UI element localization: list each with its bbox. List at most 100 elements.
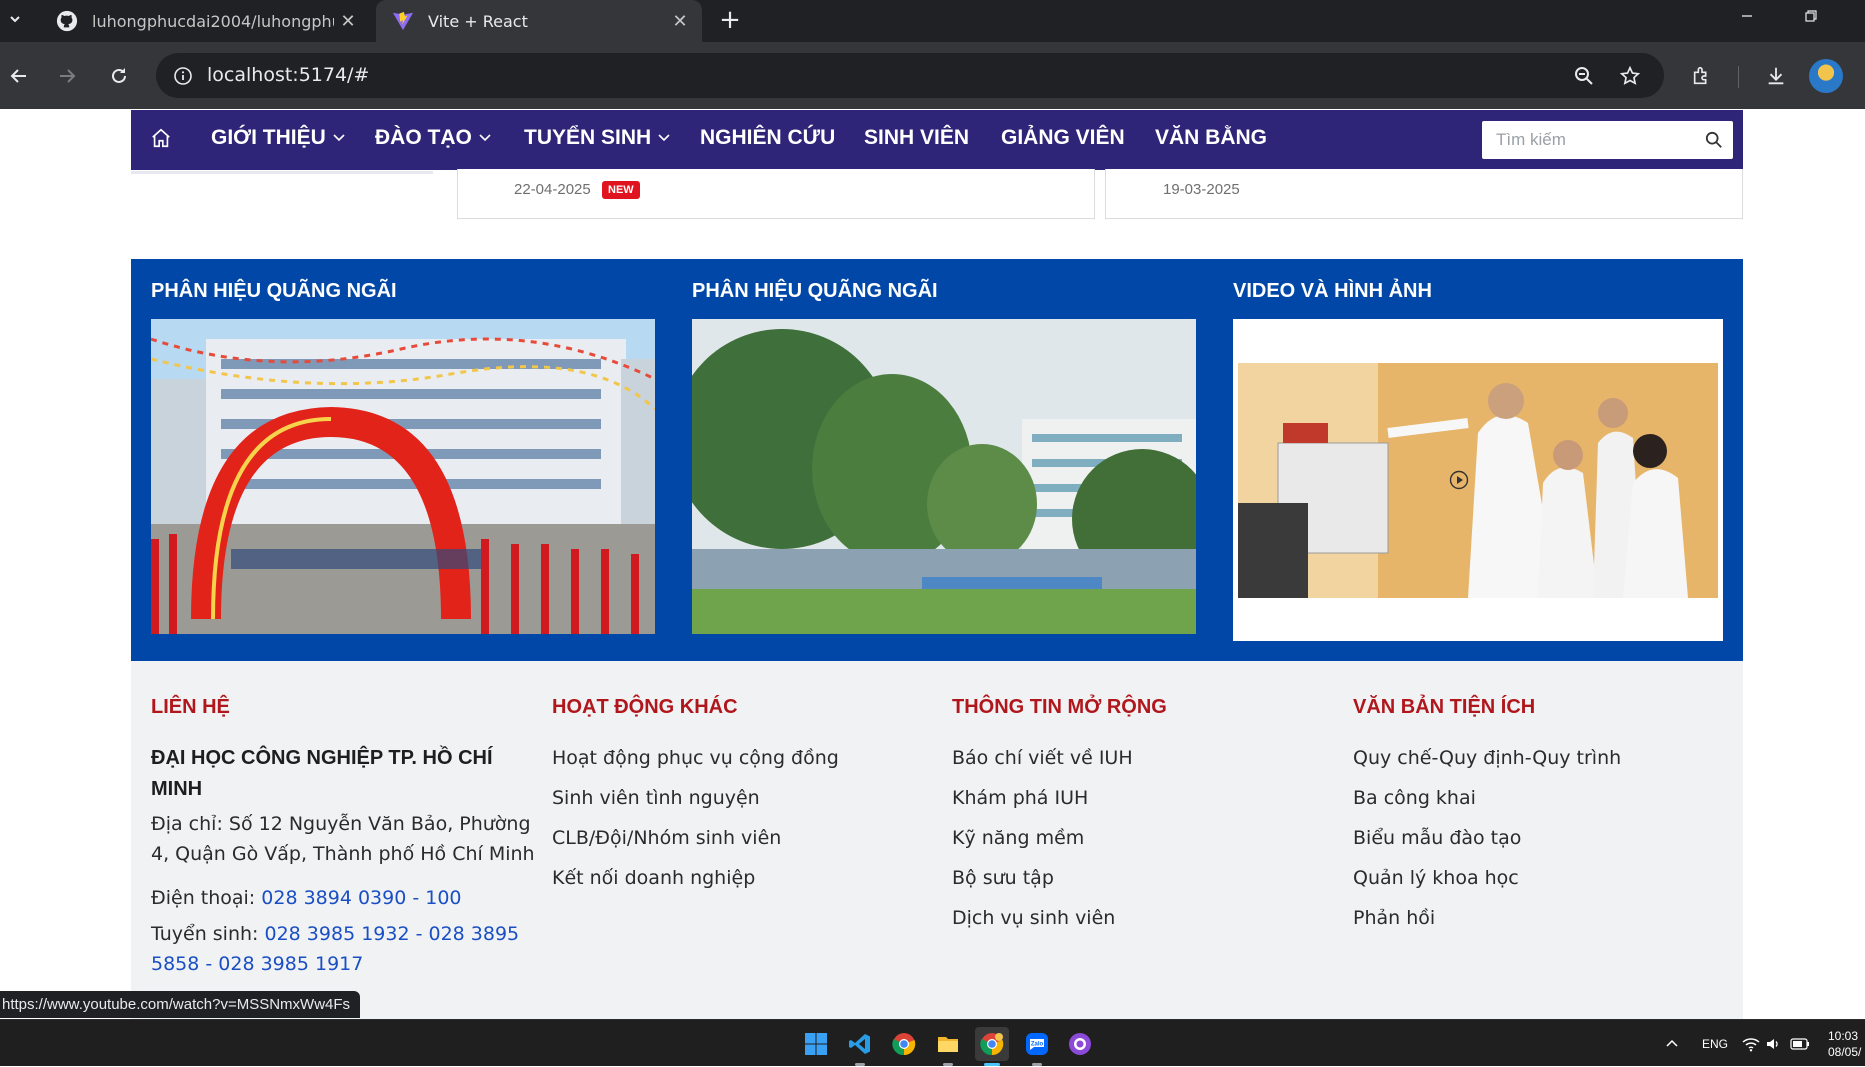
news-date: 19-03-2025 [1163,181,1240,198]
clock-date: 08/05/ [1828,1044,1862,1059]
github-desktop-icon[interactable] [1063,1027,1097,1061]
svg-text:Zalo: Zalo [1031,1042,1044,1048]
main-navbar: GIỚI THIỆU ĐÀO TẠO TUYỂN SINH NGHIÊN CỨU… [131,110,1743,170]
footer-link[interactable]: Báo chí viết về IUH [952,747,1133,769]
footer-link[interactable]: Ba công khai [1353,787,1476,809]
nav-search-box [1482,121,1733,159]
close-tab-icon[interactable]: ✕ [334,7,362,35]
clock[interactable]: 10:03 08/05/ [1828,1020,1861,1067]
lab-video-thumbnail[interactable] [1238,363,1718,598]
sidebar-divider [131,171,433,174]
zoom-icon[interactable] [1569,61,1599,91]
tab-title: luhongphucdai2004/luhongphucdai [92,11,334,31]
campus-gate-photo[interactable] [151,319,655,634]
site-footer: LIÊN HỆ ĐẠI HỌC CÔNG NGHIỆP TP. HỒ CHÍ M… [131,661,1743,1019]
news-card[interactable]: 19-03-2025 [1105,169,1743,219]
admission-phone-link[interactable]: 028 3985 1932 - 028 3895 [265,923,520,945]
admission-phone-link[interactable]: 5858 - 028 3985 1917 [151,949,519,979]
media-section: PHÂN HIỆU QUÃNG NGÃI PHÂN HIỆU QUÃNG NGÃ… [131,259,1743,661]
footer-link[interactable]: Dịch vụ sinh viên [952,907,1115,929]
clock-time: 10:03 [1828,1028,1859,1043]
media-title: PHÂN HIỆU QUÃNG NGÃI [151,280,397,302]
nav-giang-vien[interactable]: GIẢNG VIÊN [1001,126,1125,150]
chevron-down-icon [479,134,491,142]
footer-link[interactable]: Sinh viên tình nguyện [552,787,760,809]
wifi-icon[interactable] [1742,1020,1760,1067]
windows-start-icon[interactable] [799,1027,833,1061]
file-explorer-icon[interactable] [931,1027,965,1066]
site-info-icon[interactable] [168,61,198,91]
chrome-icon[interactable] [887,1027,921,1061]
search-icon[interactable] [1703,129,1725,151]
footer-link[interactable]: CLB/Đội/Nhóm sinh viên [552,827,781,849]
tab-search-chevron-icon[interactable] [0,3,30,35]
language-indicator[interactable]: ENG [1702,1020,1728,1067]
nav-label: GIẢNG VIÊN [1001,126,1125,149]
footer-link[interactable]: Bộ sưu tập [952,867,1054,889]
restore-window-icon[interactable] [1781,0,1841,32]
school-name-line: MINH [151,778,203,800]
footer-link[interactable]: Kết nối doanh nghiệp [552,867,755,889]
new-tab-button[interactable]: + [714,4,746,36]
profile-avatar[interactable] [1809,59,1843,93]
footer-link[interactable]: Hoạt động phục vụ cộng đồng [552,747,839,769]
nav-label: GIỚI THIỆU [211,126,326,149]
new-badge: NEW [602,181,640,199]
nav-label: ĐÀO TẠO [375,126,472,149]
contact-phone: Điện thoại: 028 3894 0390 - 100 [151,883,462,913]
windows-taskbar: Zalo ENG 10:03 08/05/ [0,1019,1865,1066]
tab-title: Vite + React [428,11,528,31]
media-title: VIDEO VÀ HÌNH ẢNH [1233,280,1432,302]
url-text: localhost:5174/# [207,64,370,86]
extensions-icon[interactable] [1684,58,1720,94]
close-tab-icon[interactable]: ✕ [666,7,694,35]
address-line: Địa chỉ: Số 12 Nguyễn Văn Bảo, Phường [151,813,531,835]
school-name-line: ĐẠI HỌC CÔNG NGHIỆP TP. HỒ CHÍ [151,747,493,769]
video-frame [1233,319,1723,641]
nav-sinh-vien[interactable]: SINH VIÊN [864,126,969,150]
nav-van-bang[interactable]: VĂN BẰNG [1155,126,1267,150]
vscode-icon[interactable] [843,1027,877,1066]
footer-link[interactable]: Kỹ năng mềm [952,827,1084,849]
download-icon[interactable] [1758,58,1794,94]
forward-arrow-icon[interactable] [49,58,85,94]
bookmark-star-icon[interactable] [1615,61,1645,91]
phone-label: Điện thoại: [151,887,256,909]
browser-tab-vite[interactable]: Vite + React ✕ [376,0,702,42]
footer-link[interactable]: Biểu mẫu đào tạo [1353,827,1521,849]
github-icon [56,10,78,32]
campus-trees-photo[interactable] [692,319,1196,634]
chevron-down-icon [658,134,670,142]
news-card[interactable]: 22-04-2025 NEW [457,169,1095,219]
footer-heading-documents: VĂN BẢN TIỆN ÍCH [1353,696,1536,718]
admission-label: Tuyển sinh: [151,923,259,945]
media-title: PHÂN HIỆU QUÃNG NGÃI [692,280,938,302]
volume-icon[interactable] [1765,1020,1781,1067]
browser-tab-strip: luhongphucdai2004/luhongphucdai ✕ Vite +… [0,0,1865,42]
nav-tuyen-sinh[interactable]: TUYỂN SINH [524,126,671,150]
footer-link[interactable]: Khám phá IUH [952,787,1088,809]
address-bar[interactable]: localhost:5174/# [156,53,1664,98]
footer-link[interactable]: Quản lý khoa học [1353,867,1519,889]
show-hidden-icons-chevron-icon[interactable] [1665,1020,1679,1067]
battery-icon[interactable] [1790,1020,1810,1067]
reload-icon[interactable] [101,58,137,94]
home-icon[interactable] [148,125,174,151]
nav-nghien-cuu[interactable]: NGHIÊN CỨU [700,126,835,150]
toolbar-separator [1738,66,1739,88]
play-icon[interactable] [1449,470,1469,490]
back-arrow-icon[interactable] [1,58,37,94]
nav-label: SINH VIÊN [864,126,970,149]
school-name: ĐẠI HỌC CÔNG NGHIỆP TP. HỒ CHÍ MINH [151,743,493,805]
browser-tab-github[interactable]: luhongphucdai2004/luhongphucdai ✕ [40,0,370,42]
zalo-icon[interactable]: Zalo [1020,1027,1054,1066]
nav-dao-tao[interactable]: ĐÀO TẠO [375,126,492,150]
chrome-profile-icon[interactable] [975,1027,1009,1066]
phone-link[interactable]: 028 3894 0390 - 100 [261,887,461,909]
footer-link[interactable]: Phản hồi [1353,907,1435,929]
minimize-window-icon[interactable] [1717,0,1777,32]
search-input[interactable] [1482,121,1692,159]
nav-gioi-thieu[interactable]: GIỚI THIỆU [211,126,346,150]
footer-link[interactable]: Quy chế-Quy định-Quy trình [1353,747,1621,769]
browser-toolbar: localhost:5174/# [0,42,1865,109]
